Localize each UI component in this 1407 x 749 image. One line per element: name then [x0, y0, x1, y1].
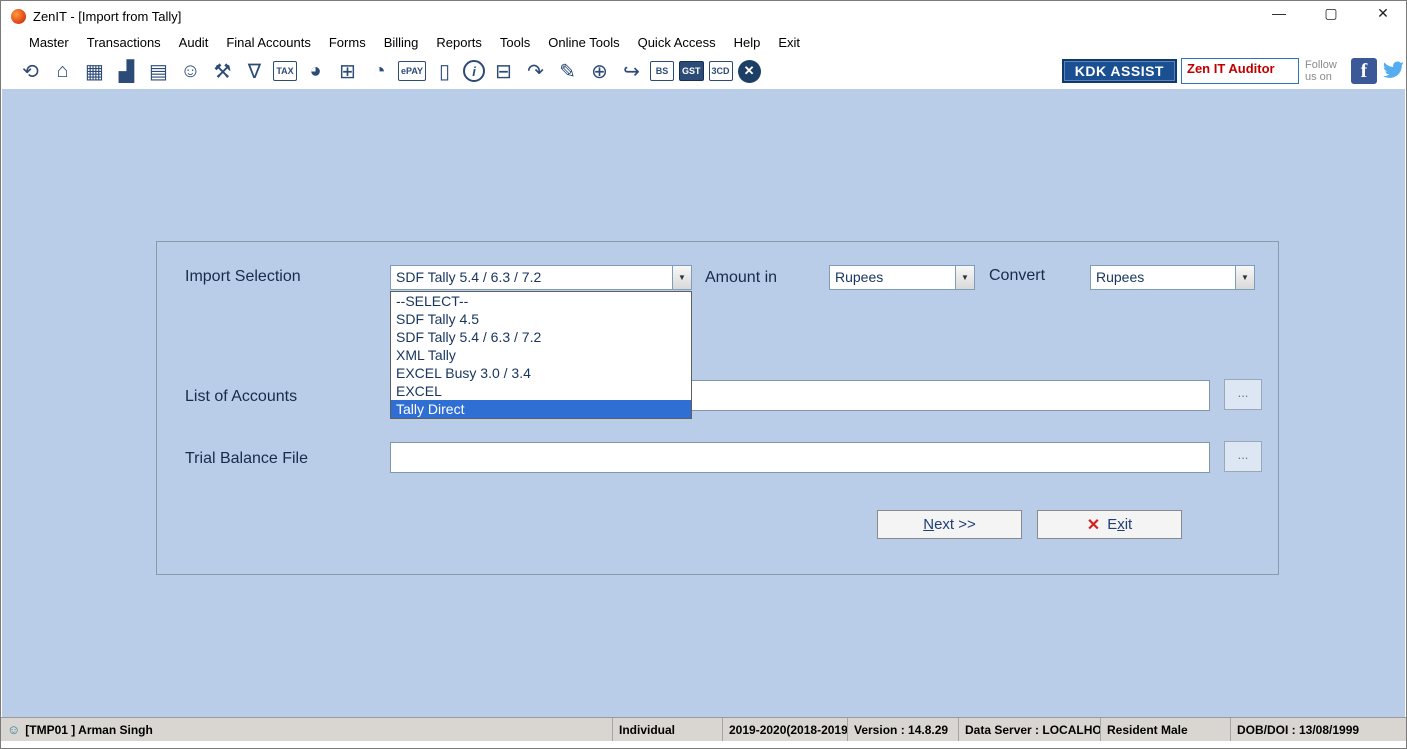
status-segment: Data Server : LOCALHOST [958, 718, 1100, 741]
dropdown-option[interactable]: --SELECT-- [391, 292, 691, 310]
status-segment: 2019-2020(2018-2019) [722, 718, 847, 741]
logout-icon[interactable]: ↪ [618, 58, 645, 85]
convert-combobox[interactable]: Rupees ▼ [1090, 265, 1255, 290]
trial-balance-file-input[interactable] [390, 442, 1210, 473]
export-report-icon[interactable]: ↷ [522, 58, 549, 85]
assessee-selection-icon[interactable]: ⟲ [17, 58, 44, 85]
list-of-accounts-browse-button[interactable]: ... [1224, 379, 1262, 410]
import-selection-value: SDF Tally 5.4 / 6.3 / 7.2 [396, 269, 542, 285]
kdk-assist-button[interactable]: KDK ASSIST [1061, 59, 1177, 83]
gauge-icon[interactable]: ◔ [366, 58, 393, 85]
list-of-accounts-label: List of Accounts [185, 388, 298, 405]
twitter-icon[interactable] [1380, 58, 1406, 84]
dropdown-option[interactable]: SDF Tally 5.4 / 6.3 / 7.2 [391, 328, 691, 346]
dashboard-icon[interactable]: ◕ [302, 58, 329, 85]
home-icon[interactable]: ⌂ [49, 58, 76, 85]
dropdown-option[interactable]: Tally Direct [391, 400, 691, 418]
close-button[interactable]: ✕ [1374, 5, 1392, 22]
epay-icon[interactable]: ePAY [398, 61, 427, 81]
menu-item-audit[interactable]: Audit [170, 33, 218, 52]
tools-icon[interactable]: ⚒ [209, 58, 236, 85]
document-icon[interactable]: ▯ [431, 58, 458, 85]
toolbar: ⟲ ⌂ ▦ ▟ ▤ ☺ ⚒ ∇ TAX ◕ ⊞ ◔ ePAY ▯ i ⊟ ↷ ✎ ⊕ ↪ BS GST 3CD ✕ KDK A… [1, 53, 1406, 89]
menu-item-billing[interactable]: Billing [375, 33, 428, 52]
import-panel: Import Selection SDF Tally 5.4 / 6.3 / 7… [156, 241, 1279, 575]
bar-chart-icon[interactable]: ▟ [113, 58, 140, 85]
next-button-label: Next >> [923, 516, 976, 533]
menu-item-help[interactable]: Help [725, 33, 770, 52]
filter-icon[interactable]: ∇ [241, 58, 268, 85]
clients-icon[interactable]: ☺ [177, 58, 204, 85]
exit-button-label: Exit [1107, 516, 1133, 533]
zen-it-auditor-badge: Zen IT Auditor [1181, 58, 1299, 84]
due-date-calendar-icon[interactable]: ✎ [554, 58, 581, 85]
dropdown-option[interactable]: SDF Tally 4.5 [391, 310, 691, 328]
menu-item-master[interactable]: Master [20, 33, 78, 52]
menu-item-online-tools[interactable]: Online Tools [539, 33, 628, 52]
dropdown-option[interactable]: EXCEL [391, 382, 691, 400]
status-user: ☺ [TMP01 ] Arman Singh [1, 718, 612, 741]
window-title: ZenIT - [Import from Tally] [33, 8, 182, 24]
exit-x-icon: ✕ [1086, 516, 1101, 534]
amount-in-label: Amount in [705, 269, 778, 286]
trial-balance-file-label: Trial Balance File [185, 450, 309, 467]
convert-label: Convert [989, 267, 1046, 284]
exit-button[interactable]: ✕ Exit [1037, 510, 1182, 539]
app-window: ZenIT - [Import from Tally] — ▢ ✕ Master… [0, 0, 1407, 749]
status-bar: ☺ [TMP01 ] Arman Singh Individual 2019-20… [1, 717, 1406, 741]
status-segment: DOB/DOI : 13/08/1999 [1230, 718, 1406, 741]
threecd-icon[interactable]: 3CD [708, 61, 733, 81]
menu-bar: Master Transactions Audit Final Accounts For… [1, 31, 1406, 53]
bs-icon[interactable]: BS [650, 61, 675, 81]
close-icon[interactable]: ✕ [737, 59, 761, 83]
menu-item-exit[interactable]: Exit [769, 33, 809, 52]
menu-item-tools[interactable]: Tools [491, 33, 539, 52]
minimize-button[interactable]: — [1270, 5, 1288, 22]
status-segment: Individual [612, 718, 722, 741]
menu-item-final-accounts[interactable]: Final Accounts [217, 33, 320, 52]
app-logo-icon [11, 8, 26, 24]
menu-item-quick-access[interactable]: Quick Access [629, 33, 725, 52]
import-selection-label: Import Selection [185, 268, 301, 285]
convert-value: Rupees [1096, 269, 1145, 285]
bank-icon[interactable]: ▦ [81, 58, 108, 85]
dropdown-option[interactable]: EXCEL Busy 3.0 / 3.4 [391, 364, 691, 382]
calculator-icon[interactable]: ⊞ [334, 58, 361, 85]
dropdown-option[interactable]: XML Tally [391, 346, 691, 364]
workspace: Import Selection SDF Tally 5.4 / 6.3 / 7… [2, 89, 1405, 717]
amount-in-value: Rupees [835, 269, 884, 285]
status-user-text: [TMP01 ] Arman Singh [25, 722, 153, 737]
user-icon: ☺ [7, 722, 21, 737]
calendar-icon[interactable]: ▤ [145, 58, 172, 85]
info-icon[interactable]: i [463, 60, 486, 82]
toolbar-right: KDK ASSIST Zen IT Auditor Follow us on f [1061, 53, 1406, 89]
chevron-down-icon[interactable]: ▼ [955, 266, 974, 289]
trial-balance-browse-button[interactable]: ... [1224, 441, 1262, 472]
chevron-down-icon[interactable]: ▼ [672, 266, 691, 289]
window-controls: — ▢ ✕ [1270, 5, 1392, 22]
title-bar: ZenIT - [Import from Tally] — ▢ ✕ [1, 1, 1406, 31]
import-selection-combobox[interactable]: SDF Tally 5.4 / 6.3 / 7.2 ▼ [390, 265, 692, 290]
menu-item-reports[interactable]: Reports [427, 33, 491, 52]
import-selection-list: --SELECT-- SDF Tally 4.5 SDF Tally 5.4 / 6… [390, 291, 692, 419]
menu-item-forms[interactable]: Forms [320, 33, 375, 52]
maximize-button[interactable]: ▢ [1322, 5, 1340, 22]
amount-in-combobox[interactable]: Rupees ▼ [829, 265, 975, 290]
next-button[interactable]: Next >> [877, 510, 1022, 539]
menu-item-transactions[interactable]: Transactions [78, 33, 170, 52]
backup-icon[interactable]: ⊕ [586, 58, 613, 85]
status-segment: Version : 14.8.29 [847, 718, 958, 741]
gst-icon[interactable]: GST [679, 61, 704, 81]
toolbar-icons: ⟲ ⌂ ▦ ▟ ▤ ☺ ⚒ ∇ TAX ◕ ⊞ ◔ ePAY ▯ i ⊟ ↷ ✎ ⊕ ↪ BS GST 3CD ✕ [17, 58, 761, 85]
facebook-icon[interactable]: f [1351, 58, 1377, 84]
status-segments: Individual 2019-2020(2018-2019) Version : … [612, 718, 1406, 741]
chevron-down-icon[interactable]: ▼ [1235, 266, 1254, 289]
tax-icon[interactable]: TAX [273, 61, 297, 81]
follow-us-label: Follow us on [1305, 59, 1337, 83]
status-segment: Resident Male [1100, 718, 1230, 741]
computation-icon[interactable]: ⊟ [490, 58, 517, 85]
